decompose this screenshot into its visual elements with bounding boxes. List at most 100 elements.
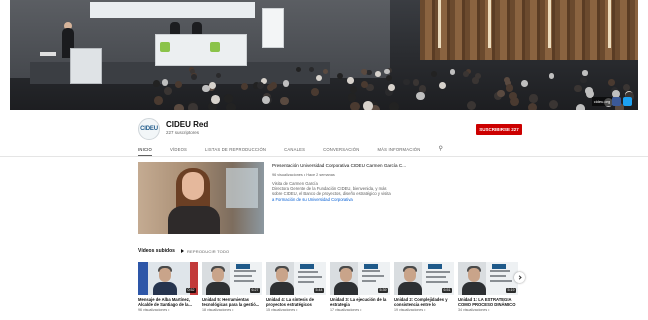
tab-videos[interactable]: VÍDEOS [170, 144, 187, 156]
audience-member [623, 83, 631, 92]
audience-member [360, 81, 368, 88]
audience-member [387, 83, 396, 91]
thumb-person-head [212, 268, 224, 282]
banner-light [438, 0, 441, 48]
audience-member [386, 75, 393, 82]
audience-member [439, 82, 447, 90]
thumb-slide-line [362, 280, 376, 282]
channel-banner: cideu.org [10, 0, 638, 110]
featured-thumb-body [168, 206, 220, 234]
thumb-slide-line [426, 271, 450, 273]
thumb-person-body [398, 282, 422, 295]
facebook-icon[interactable] [612, 97, 621, 106]
video-thumbnail[interactable]: 5:39 [330, 262, 390, 295]
video-thumbnail[interactable]: 0:52 [138, 262, 198, 295]
thumb-slide-line [490, 280, 512, 282]
audience-member [336, 73, 343, 80]
video-card[interactable]: 6:27 Unidad 5: Herramientas tecnológicas… [202, 262, 262, 320]
video-card[interactable]: 5:19 Unidad 1: LA ESTRATEGIA COMO PROCES… [458, 262, 518, 320]
video-title[interactable]: Mensaje de Alba Martínez, Alcalde de San… [138, 297, 198, 307]
search-icon[interactable]: ⚲ [438, 144, 442, 156]
tab-playlists[interactable]: LISTAS DE REPRODUCCIÓN [205, 144, 266, 156]
audience-member [575, 103, 586, 110]
audience-member [224, 94, 233, 103]
thumb-person-body [206, 282, 230, 295]
tab-about[interactable]: MÁS INFORMACIÓN [377, 144, 420, 156]
audience-member [174, 103, 184, 110]
audience-member [449, 69, 455, 75]
audience-member [161, 78, 169, 86]
audience-member [527, 102, 538, 110]
channel-tabs: INICIO VÍDEOS LISTAS DE REPRODUCCIÓN CAN… [138, 144, 443, 156]
uploads-title[interactable]: Vídeos subidos [138, 248, 175, 254]
video-thumbnail[interactable]: 6:27 [202, 262, 262, 295]
subscriber-count: 227 suscriptores [166, 130, 200, 135]
video-thumbnail[interactable]: 5:44 [266, 262, 326, 295]
audience-member [548, 99, 558, 109]
audience-member [188, 103, 198, 110]
channel-avatar[interactable]: CIDEU [138, 118, 160, 140]
audience-member [191, 74, 198, 81]
featured-video-thumbnail[interactable] [138, 162, 264, 234]
audience-member [279, 96, 289, 106]
channel-name: CIDEU Red [166, 120, 209, 129]
featured-video-title[interactable]: Presentación Universidad Corporativa CID… [272, 163, 406, 168]
audience-member [211, 95, 220, 104]
video-card[interactable]: 5:44 Unidad 4: La síntesis de proyectos … [266, 262, 326, 320]
audience-member [375, 71, 381, 77]
banner-light [608, 0, 611, 48]
audience-member [497, 89, 506, 98]
twitter-icon[interactable] [623, 97, 632, 106]
video-views: 18 visualizaciones • [202, 308, 234, 312]
audience-member [463, 71, 470, 78]
banner-social-links [612, 97, 632, 106]
video-title[interactable]: Unidad 3: La ejecución de la estrategia [330, 297, 390, 307]
audience-member [505, 84, 514, 92]
video-duration: 6:27 [250, 288, 260, 293]
video-card[interactable]: 5:39 Unidad 3: La ejecución de la estrat… [330, 262, 390, 320]
video-thumbnail[interactable]: 6:51 [394, 262, 454, 295]
thumb-slide-line [234, 280, 254, 282]
thumb-logo [428, 264, 442, 269]
play-all-button[interactable]: REPRODUCIR TODO [187, 249, 229, 254]
audience-member [308, 67, 314, 73]
tab-inicio[interactable]: INICIO [138, 144, 152, 156]
video-duration: 0:52 [186, 288, 196, 293]
thumb-slide-line [234, 270, 256, 272]
video-title[interactable]: Unidad 4: La síntesis de proyectos estra… [266, 297, 326, 307]
play-icon[interactable] [180, 249, 184, 253]
featured-desc-line: sobre CIDEU, el Banco de proyectos, dise… [272, 191, 391, 197]
video-title[interactable]: Unidad 1: LA ESTRATEGIA COMO PROCESO DIN… [458, 297, 518, 307]
audience-member [529, 94, 538, 103]
carousel-next-button[interactable] [514, 272, 525, 283]
video-thumbnail[interactable]: 5:19 [458, 262, 518, 295]
video-title[interactable]: Unidad 2: Complejidades y consistencia e… [394, 297, 454, 307]
featured-video-meta: 96 visualizaciones • Hace 2 semanas [272, 173, 335, 177]
audience-member [154, 96, 163, 106]
audience-member [295, 67, 302, 73]
thumb-logo [300, 264, 314, 269]
audience-member [430, 71, 437, 77]
video-views: 96 visualizaciones • [138, 308, 170, 312]
thumb-person-head [276, 268, 288, 282]
banner-projection-screen [90, 2, 255, 18]
banner-desk-logo [210, 42, 220, 52]
thumb-slide-line [490, 275, 506, 277]
video-views: 15 visualizaciones • [266, 308, 298, 312]
video-card[interactable]: 6:51 Unidad 2: Complejidades y consisten… [394, 262, 454, 320]
video-card[interactable]: 0:52 Mensaje de Alba Martínez, Alcalde d… [138, 262, 198, 320]
featured-desc-line: a Formación de su Universidad Corporativ… [272, 196, 353, 202]
audience-member [315, 75, 322, 82]
video-duration: 5:19 [506, 288, 516, 293]
banner-desk-logo [160, 42, 170, 52]
subscribe-button[interactable]: SUSCRIBIRSE 227 [476, 124, 522, 135]
banner-link[interactable]: cideu.org [592, 97, 612, 106]
video-title[interactable]: Unidad 5: Herramientas tecnológicas para… [202, 297, 262, 307]
thumb-slide-line [490, 270, 510, 272]
thumb-person-head [159, 268, 171, 282]
video-views: 34 visualizaciones • [458, 308, 490, 312]
thumb-person-head [468, 268, 480, 282]
tab-channels[interactable]: CANALES [284, 144, 305, 156]
tab-discussion[interactable]: CONVERSACIÓN [323, 144, 359, 156]
audience-member [350, 101, 360, 110]
